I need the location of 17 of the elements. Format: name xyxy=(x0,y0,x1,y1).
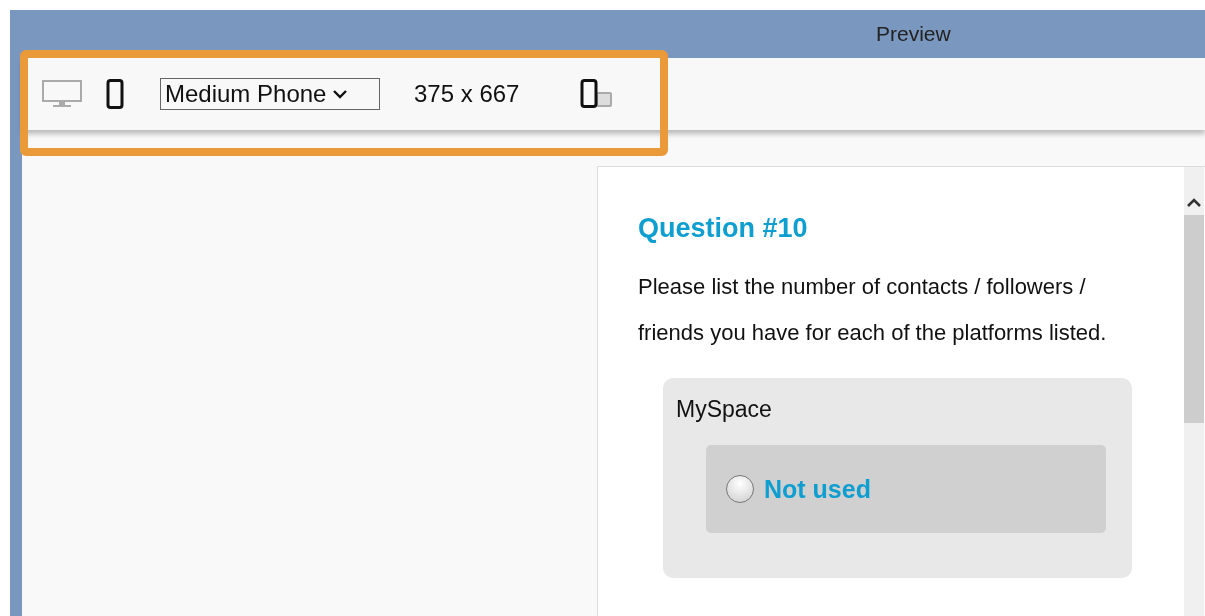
device-select[interactable]: Medium Phone xyxy=(160,78,380,110)
desktop-view-button[interactable] xyxy=(42,79,82,109)
question-text: Please list the number of contacts / followers / friends you have for each of the platforms listed. xyxy=(638,273,1108,347)
scrollbar[interactable] xyxy=(1184,167,1204,616)
radio-button[interactable] xyxy=(726,475,754,503)
choice-label: Not used xyxy=(764,474,871,504)
rotate-device-icon xyxy=(579,79,614,109)
monitor-icon xyxy=(42,79,82,109)
phone-view-button[interactable] xyxy=(106,79,124,109)
phone-icon xyxy=(106,79,124,109)
window-title: Preview xyxy=(876,22,951,46)
rotate-button[interactable] xyxy=(579,79,614,109)
dimensions-label: 375 x 667 xyxy=(414,80,520,108)
question-title: Question #10 xyxy=(638,213,809,244)
platform-label: MySpace xyxy=(676,396,773,423)
scroll-thumb[interactable] xyxy=(1184,215,1204,423)
chevron-down-icon xyxy=(332,88,349,100)
